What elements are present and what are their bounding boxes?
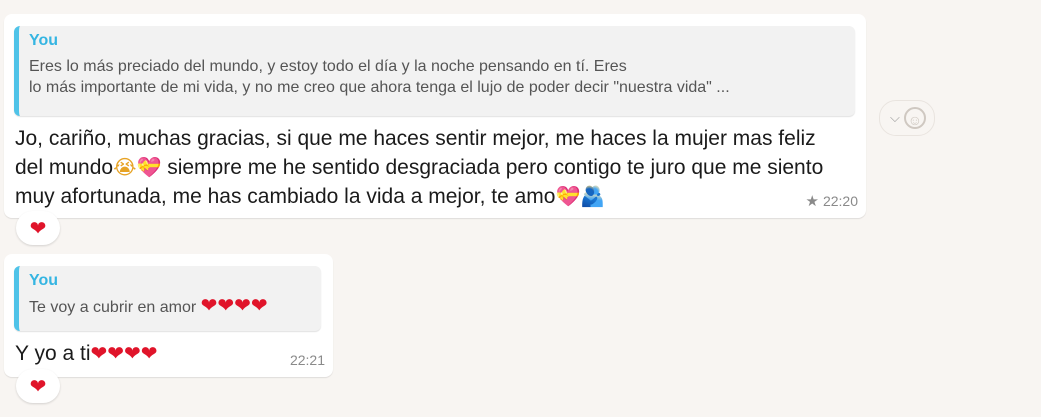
people-hugging-emoji-icon: 🫂 bbox=[580, 184, 606, 208]
heart-icon: ❤ bbox=[29, 375, 47, 398]
star-icon: ★ bbox=[805, 193, 819, 210]
crying-face-emoji-icon: 😭 bbox=[113, 155, 137, 179]
chevron-down-icon[interactable]: ⌵ bbox=[890, 110, 900, 126]
quote-text: Eres lo más preciado del mundo, y estoy … bbox=[29, 58, 730, 96]
message-timestamp: 22:21 bbox=[290, 352, 325, 368]
heart-with-ribbon-emoji-icon: 💝 bbox=[136, 155, 162, 179]
timestamp-text: 22:21 bbox=[289, 352, 325, 368]
timestamp-text: 22:20 bbox=[822, 193, 858, 209]
quote-author: You bbox=[29, 272, 59, 289]
message-actions[interactable]: ⌵ ☺ bbox=[879, 100, 935, 136]
reaction-badge[interactable]: ❤ bbox=[16, 369, 60, 403]
reaction-badge[interactable]: ❤ bbox=[16, 211, 60, 245]
message-bubble[interactable]: You Te voy a cubrir en amor ❤❤❤❤ Y yo a … bbox=[4, 254, 333, 377]
message-text-part: Y yo a ti bbox=[15, 342, 91, 365]
smiley-icon[interactable]: ☺ bbox=[903, 107, 926, 129]
quoted-message[interactable]: You Eres lo más preciado del mundo, y es… bbox=[14, 26, 855, 116]
message-bubble[interactable]: You Eres lo más preciado del mundo, y es… bbox=[4, 14, 866, 218]
quote-text-part: Te voy a cubrir en amor bbox=[29, 299, 201, 316]
message-text: Jo, cariño, muchas gracias, si que me ha… bbox=[15, 124, 845, 211]
message-timestamp: ★ 22:20 bbox=[806, 192, 859, 210]
quote-author: You bbox=[29, 32, 59, 49]
message-text: Y yo a ti❤❤❤❤ bbox=[15, 339, 275, 369]
heart-icon: ❤❤❤❤ bbox=[90, 343, 158, 365]
heart-with-ribbon-emoji-icon: 💝 bbox=[555, 184, 581, 208]
quoted-message[interactable]: You Te voy a cubrir en amor ❤❤❤❤ bbox=[14, 266, 321, 331]
heart-icon: ❤ bbox=[29, 217, 47, 240]
quote-text: Te voy a cubrir en amor ❤❤❤❤ bbox=[29, 296, 303, 318]
heart-icon: ❤❤❤❤ bbox=[200, 295, 268, 317]
